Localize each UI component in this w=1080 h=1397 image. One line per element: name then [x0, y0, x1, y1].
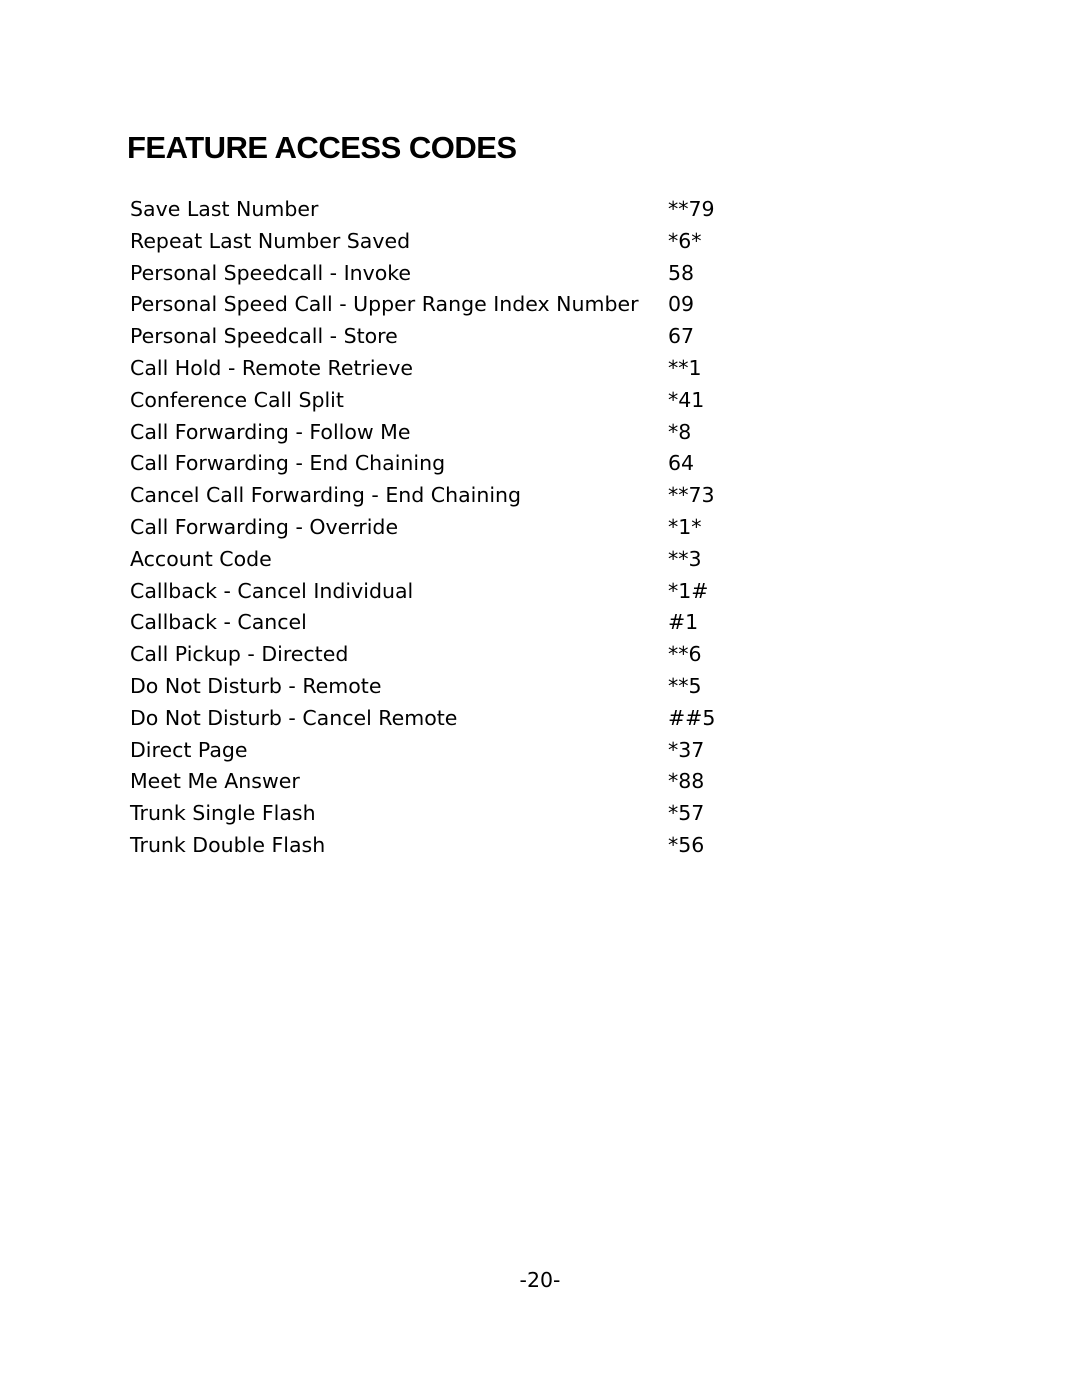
feature-name: Call Pickup - Directed — [130, 642, 349, 667]
feature-codes-list: Save Last Number **79 Repeat Last Number… — [130, 194, 748, 862]
table-row: Call Pickup - Directed **6 — [130, 639, 748, 671]
table-row: Personal Speedcall - Store 67 — [130, 321, 748, 353]
feature-code: *56 — [668, 832, 705, 857]
feature-code: **3 — [668, 546, 702, 571]
feature-name: Cancel Call Forwarding - End Chaining — [130, 483, 522, 508]
table-row: Do Not Disturb - Remote **5 — [130, 671, 748, 703]
feature-name: Personal Speed Call - Upper Range Index … — [130, 292, 639, 317]
feature-codes-table: Save Last Number **79 Repeat Last Number… — [130, 194, 748, 862]
feature-code: *57 — [668, 801, 705, 826]
feature-name: Conference Call Split — [130, 387, 344, 412]
feature-code: *1# — [668, 578, 709, 603]
table-row: Direct Page *37 — [130, 735, 748, 767]
table-row: Repeat Last Number Saved *6* — [130, 226, 748, 258]
feature-name: Do Not Disturb - Cancel Remote — [130, 705, 458, 730]
feature-name: Do Not Disturb - Remote — [130, 673, 382, 698]
table-row: Call Forwarding - Override *1* — [130, 512, 748, 544]
table-row: Callback - Cancel Individual *1# — [130, 576, 748, 608]
feature-code: *37 — [668, 737, 705, 762]
feature-code: **5 — [668, 673, 702, 698]
feature-code: *88 — [668, 769, 705, 794]
feature-code: *1* — [668, 514, 702, 539]
page-number: -20- — [519, 1268, 561, 1292]
feature-code: *8 — [668, 419, 692, 444]
table-row: Trunk Double Flash *56 — [130, 830, 748, 862]
feature-code: 09 — [668, 292, 695, 317]
table-row: Call Hold - Remote Retrieve **1 — [130, 353, 748, 385]
feature-name: Call Hold - Remote Retrieve — [130, 355, 413, 380]
feature-name: Callback - Cancel Individual — [130, 578, 414, 603]
table-row: Trunk Single Flash *57 — [130, 798, 748, 830]
feature-code: 67 — [668, 324, 695, 349]
feature-name: Account Code — [130, 546, 272, 571]
feature-name: Personal Speedcall - Invoke — [130, 260, 412, 285]
feature-name: Save Last Number — [130, 197, 319, 221]
feature-name: Call Forwarding - End Chaining — [130, 451, 446, 476]
feature-name: Personal Speedcall - Store — [130, 324, 398, 349]
feature-name: Trunk Double Flash — [130, 832, 326, 857]
table-row: Call Forwarding - End Chaining 64 — [130, 448, 748, 480]
feature-name: Meet Me Answer — [130, 769, 300, 794]
feature-code: **6 — [668, 642, 702, 667]
table-row: Conference Call Split *41 — [130, 385, 748, 417]
feature-name: Call Forwarding - Follow Me — [130, 419, 411, 444]
feature-code: 58 — [668, 260, 695, 285]
feature-code: **1 — [668, 355, 702, 380]
table-row: Meet Me Answer *88 — [130, 766, 748, 798]
table-row: Account Code **3 — [130, 544, 748, 576]
table-row: Cancel Call Forwarding - End Chaining **… — [130, 480, 748, 512]
feature-name: Call Forwarding - Override — [130, 514, 399, 539]
feature-code: ##5 — [668, 705, 716, 730]
table-row: Personal Speed Call - Upper Range Index … — [130, 289, 748, 321]
table-row: Personal Speedcall - Invoke 58 — [130, 258, 748, 290]
feature-name: Repeat Last Number Saved — [130, 228, 411, 253]
feature-code: *6* — [668, 228, 702, 253]
table-row: Do Not Disturb - Cancel Remote ##5 — [130, 703, 748, 735]
table-row: Save Last Number **79 — [130, 194, 748, 226]
page-title: FEATURE ACCESS CODES — [127, 130, 517, 165]
feature-name: Direct Page — [130, 737, 248, 762]
feature-code: **79 — [668, 197, 715, 221]
feature-code: #1 — [668, 610, 699, 635]
feature-code: **73 — [668, 483, 715, 508]
feature-code: 64 — [668, 451, 695, 476]
table-row: Call Forwarding - Follow Me *8 — [130, 417, 748, 449]
feature-name: Trunk Single Flash — [130, 801, 316, 826]
feature-code: *41 — [668, 387, 705, 412]
table-row: Callback - Cancel #1 — [130, 607, 748, 639]
feature-name: Callback - Cancel — [130, 610, 307, 635]
